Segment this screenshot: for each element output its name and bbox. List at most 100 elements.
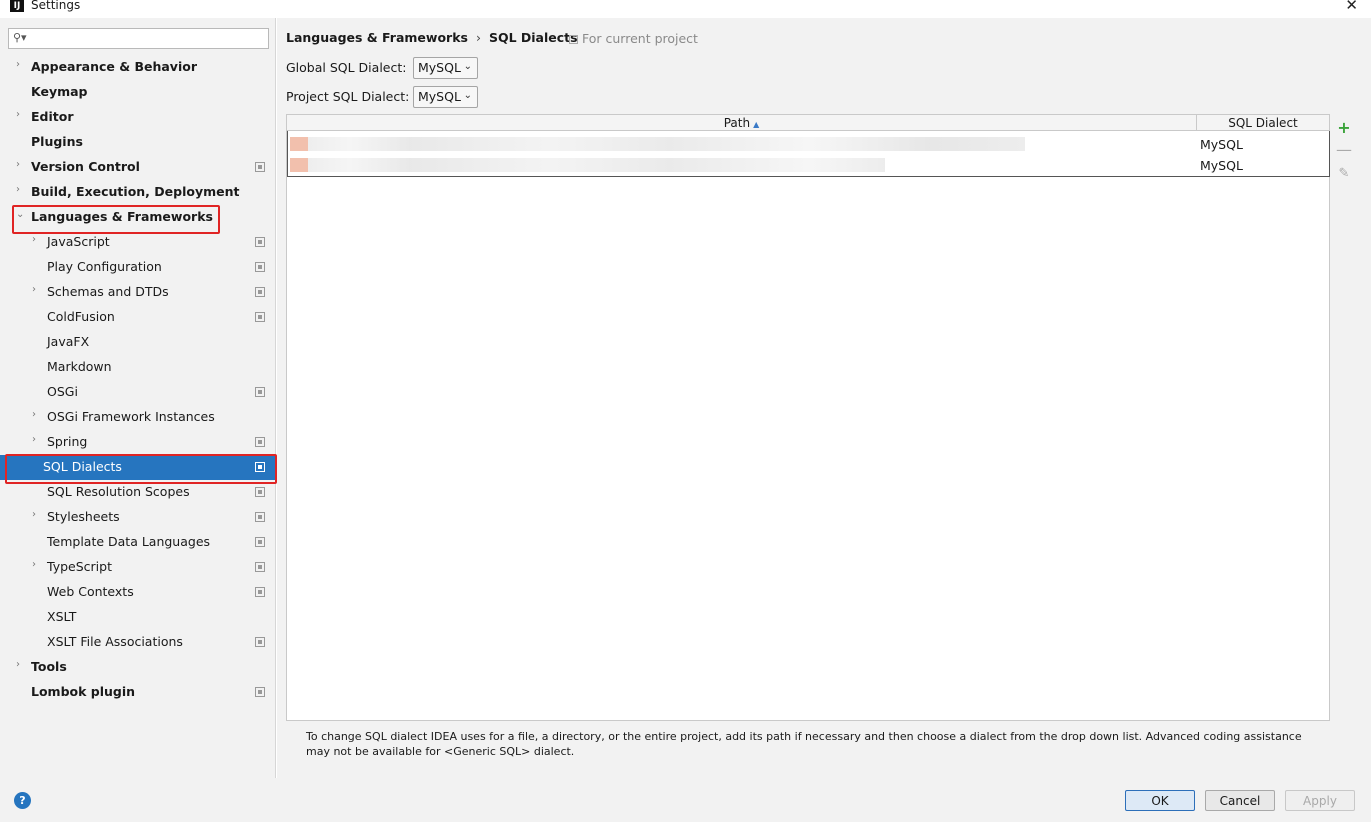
- cancel-button[interactable]: Cancel: [1205, 790, 1275, 811]
- remove-icon[interactable]: —: [1335, 140, 1353, 159]
- sidebar-item-label: XSLT: [47, 609, 77, 624]
- sidebar-item[interactable]: OSGi: [0, 380, 276, 405]
- sidebar-item-label: Stylesheets: [47, 509, 120, 524]
- chevron-right-icon[interactable]: ›: [32, 284, 36, 295]
- sidebar-item-label: Play Configuration: [47, 259, 162, 274]
- sidebar-item-label: TypeScript: [47, 559, 112, 574]
- chevron-right-icon[interactable]: ›: [16, 59, 20, 70]
- chevron-right-icon[interactable]: ›: [16, 159, 20, 170]
- chevron-right-icon[interactable]: ›: [32, 509, 36, 520]
- table-header: Path ▲ SQL Dialect: [287, 115, 1329, 131]
- project-scope-icon: [255, 162, 265, 172]
- project-scope-icon: [255, 462, 265, 472]
- sidebar-item[interactable]: Markdown: [0, 355, 276, 380]
- dialect-cell[interactable]: MySQL: [1200, 137, 1243, 152]
- chevron-right-icon[interactable]: ›: [16, 659, 20, 670]
- sidebar-item[interactable]: › Editor: [0, 105, 276, 130]
- chevron-right-icon[interactable]: ›: [32, 234, 36, 245]
- chevron-down-icon: ⌄: [463, 61, 472, 72]
- sidebar-item-label: Schemas and DTDs: [47, 284, 169, 299]
- sidebar-item[interactable]: › Build, Execution, Deployment: [0, 180, 276, 205]
- sidebar-item[interactable]: › Tools: [0, 655, 276, 680]
- project-scope-icon: [255, 312, 265, 322]
- edit-icon[interactable]: ✎: [1335, 166, 1353, 181]
- project-scope-icon: [255, 562, 265, 572]
- breadcrumb-parent[interactable]: Languages & Frameworks: [286, 30, 468, 45]
- sidebar-item-label: XSLT File Associations: [47, 634, 183, 649]
- sidebar-item-label: OSGi Framework Instances: [47, 409, 215, 424]
- sidebar-item-label: Markdown: [47, 359, 112, 374]
- chevron-right-icon[interactable]: ›: [32, 409, 36, 420]
- dialog-footer: ? OK Cancel Apply: [0, 778, 1371, 822]
- search-icon: ⚲▾: [13, 31, 27, 44]
- project-scope-icon: [569, 35, 578, 44]
- project-scope-icon: [255, 512, 265, 522]
- column-header-path[interactable]: Path ▲: [287, 115, 1197, 131]
- table-row[interactable]: MySQL: [288, 134, 1329, 155]
- sidebar-item[interactable]: Play Configuration: [0, 255, 276, 280]
- sidebar-item[interactable]: › TypeScript: [0, 555, 276, 580]
- sidebar-item[interactable]: › Stylesheets: [0, 505, 276, 530]
- sidebar-item-label: Version Control: [31, 159, 140, 174]
- sidebar-item[interactable]: ColdFusion: [0, 305, 276, 330]
- global-dialect-value: MySQL: [418, 60, 461, 75]
- sidebar-item[interactable]: SQL Dialects: [0, 455, 276, 480]
- project-scope-icon: [255, 287, 265, 297]
- ok-button[interactable]: OK: [1125, 790, 1195, 811]
- sidebar-item-label: SQL Dialects: [43, 459, 122, 474]
- chevron-right-icon[interactable]: ›: [32, 434, 36, 445]
- sidebar-item-label: Web Contexts: [47, 584, 134, 599]
- settings-sidebar: ⚲▾ › Appearance & Behavior Keymap › Editor Pl…: [0, 18, 276, 778]
- sidebar-item[interactable]: XSLT File Associations: [0, 630, 276, 655]
- sidebar-item[interactable]: Web Contexts: [0, 580, 276, 605]
- window-title: Settings: [31, 0, 81, 12]
- sidebar-item-label: ColdFusion: [47, 309, 115, 324]
- sidebar-item[interactable]: › OSGi Framework Instances: [0, 405, 276, 430]
- sidebar-item[interactable]: Plugins: [0, 130, 276, 155]
- dialect-cell[interactable]: MySQL: [1200, 158, 1243, 173]
- sidebar-item[interactable]: Lombok plugin: [0, 680, 276, 705]
- sidebar-item[interactable]: › Appearance & Behavior: [0, 55, 276, 80]
- settings-search-box[interactable]: ⚲▾: [8, 28, 269, 49]
- project-dialect-select[interactable]: MySQL ⌄: [413, 86, 478, 108]
- breadcrumb: Languages & Frameworks › SQL Dialects: [286, 30, 578, 45]
- chevron-right-icon[interactable]: ›: [16, 109, 20, 120]
- sidebar-item-label: JavaScript: [47, 234, 110, 249]
- sidebar-item-label: Keymap: [31, 84, 88, 99]
- chevron-right-icon[interactable]: ›: [16, 184, 20, 195]
- sidebar-item[interactable]: › Schemas and DTDs: [0, 280, 276, 305]
- global-dialect-select[interactable]: MySQL ⌄: [413, 57, 478, 79]
- breadcrumb-separator: ›: [475, 30, 481, 45]
- help-icon[interactable]: ?: [14, 792, 31, 809]
- table-row[interactable]: MySQL: [288, 155, 1329, 176]
- add-icon[interactable]: +: [1335, 118, 1353, 137]
- project-scope-icon: [255, 437, 265, 447]
- sidebar-item[interactable]: SQL Resolution Scopes: [0, 480, 276, 505]
- project-scope-icon: [255, 262, 265, 272]
- for-current-project-note: For current project: [569, 31, 698, 46]
- sidebar-item[interactable]: XSLT: [0, 605, 276, 630]
- column-header-sql-dialect[interactable]: SQL Dialect: [1197, 115, 1329, 131]
- settings-search-input[interactable]: [31, 30, 261, 47]
- sidebar-item[interactable]: Template Data Languages: [0, 530, 276, 555]
- sidebar-item[interactable]: › JavaScript: [0, 230, 276, 255]
- chevron-down-icon: ⌄: [463, 90, 472, 101]
- apply-button[interactable]: Apply: [1285, 790, 1355, 811]
- sidebar-item-label: Languages & Frameworks: [31, 209, 213, 224]
- chevron-right-icon[interactable]: ›: [32, 559, 36, 570]
- close-icon[interactable]: ✕: [1345, 0, 1358, 14]
- sidebar-item-label: SQL Resolution Scopes: [47, 484, 190, 499]
- sidebar-item[interactable]: › Version Control: [0, 155, 276, 180]
- sidebar-item[interactable]: Keymap: [0, 80, 276, 105]
- project-scope-icon: [255, 237, 265, 247]
- sidebar-item[interactable]: ⌄ Languages & Frameworks: [0, 205, 276, 230]
- sidebar-item-label: Tools: [31, 659, 67, 674]
- project-scope-icon: [255, 487, 265, 497]
- breadcrumb-current: SQL Dialects: [488, 30, 578, 45]
- chevron-down-icon[interactable]: ⌄: [16, 209, 24, 220]
- sidebar-item[interactable]: › Spring: [0, 430, 276, 455]
- path-cell-redacted: [290, 158, 885, 172]
- title-bar: IJ Settings ✕: [0, 0, 1371, 16]
- project-scope-icon: [255, 537, 265, 547]
- sidebar-item[interactable]: JavaFX: [0, 330, 276, 355]
